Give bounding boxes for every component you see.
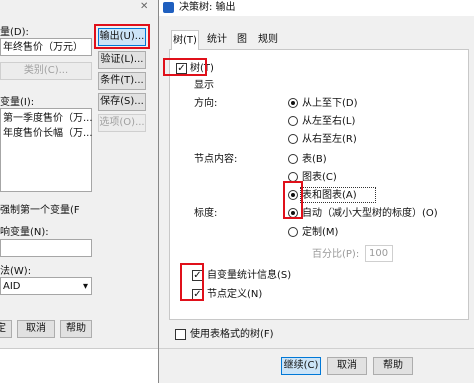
chevron-down-icon: ▾ [82, 281, 88, 292]
category-button[interactable]: 类别(C)... [0, 62, 92, 80]
influence-field[interactable] [0, 239, 92, 257]
tab-statistics[interactable]: 统计 [203, 30, 231, 50]
output-dialog: 决策树: 输出 树(T) 统计 图 规则 ✓ 树(T) 显示 方向: 从上至下(… [158, 0, 474, 383]
direction-label: 方向: [194, 98, 218, 109]
close-icon[interactable]: ✕ [140, 0, 148, 13]
influence-label: 响变量(N): [0, 227, 49, 238]
continue-button[interactable]: 继续(C) [281, 357, 321, 375]
node-content-radio-table[interactable] [288, 154, 298, 164]
list-item[interactable]: 年度售价长幅（万... [3, 127, 93, 140]
save-button[interactable]: 保存(S)... [98, 93, 146, 111]
independent-stats-label[interactable]: 自变量统计信息(S) [207, 269, 291, 282]
percent-input[interactable]: 100 [365, 245, 393, 262]
table-format-label[interactable]: 使用表格式的树(F) [190, 328, 274, 341]
options-button[interactable]: 选项(O)... [98, 114, 146, 132]
direction-option[interactable]: 从左至右(L) [302, 115, 355, 128]
ok-button[interactable]: 定 [0, 320, 12, 338]
scale-option[interactable]: 定制(M) [302, 226, 338, 239]
title-bar: 决策树: 输出 [159, 0, 474, 16]
percent-label: 百分比(P): [312, 249, 360, 260]
node-definitions-label[interactable]: 节点定义(N) [207, 288, 262, 301]
display-label: 显示 [194, 80, 214, 91]
list-item[interactable]: 第一季度售价（万... [3, 112, 93, 125]
cancel-button[interactable]: 取消 [17, 320, 55, 338]
checkbox-highlight [180, 263, 204, 301]
percent-value: 100 [369, 248, 389, 259]
direction-option[interactable]: 从右至左(R) [302, 133, 357, 146]
tree-checkbox-highlight [163, 58, 207, 76]
output-highlight [94, 24, 150, 49]
direction-option[interactable]: 从上至下(D) [302, 97, 358, 110]
app-icon [163, 2, 174, 13]
dialog-title: 决策树: 输出 [179, 2, 236, 13]
criteria-button[interactable]: 条件(T)... [98, 72, 146, 90]
tab-tree[interactable]: 树(T) [171, 30, 199, 51]
direction-radio-right-left[interactable] [288, 134, 298, 144]
radio-highlight [283, 181, 303, 219]
tab-rules[interactable]: 规则 [254, 30, 282, 50]
validation-button[interactable]: 验证(L)... [98, 51, 146, 69]
node-content-option[interactable]: 表(B) [302, 153, 327, 166]
direction-radio-left-right[interactable] [288, 116, 298, 126]
focus-rect [300, 187, 376, 203]
tab-panel: ✓ 树(T) 显示 方向: 从上至下(D) 从左至右(L) 从右至左(R) 节点… [169, 50, 469, 320]
footer-separator [159, 348, 474, 349]
cancel-button[interactable]: 取消 [327, 357, 367, 375]
target-value: 年终售价（万元） [3, 42, 83, 53]
node-content-option[interactable]: 图表(C) [302, 171, 337, 184]
help-button[interactable]: 帮助 [373, 357, 413, 375]
scale-option[interactable]: 自动（减小大型树的标度）(O) [302, 207, 438, 220]
direction-radio-top-down[interactable] [288, 98, 298, 108]
node-content-label: 节点内容: [194, 154, 238, 165]
table-format-checkbox[interactable] [175, 329, 186, 340]
method-select[interactable]: AID ▾ [0, 277, 92, 295]
scale-label: 标度: [194, 208, 218, 219]
background-sheet [0, 348, 158, 383]
help-button[interactable]: 帮助 [60, 320, 92, 338]
scale-radio-custom[interactable] [288, 227, 298, 237]
independent-list[interactable]: 第一季度售价（万... 年度售价长幅（万... [0, 108, 93, 192]
tab-plots[interactable]: 图 [233, 30, 251, 50]
force-first-label[interactable]: 强制第一个变量(F [0, 204, 80, 217]
target-field[interactable]: 年终售价（万元） [0, 38, 92, 56]
method-value: AID [3, 281, 21, 292]
left-dialog: 量(D): 年终售价（万元） 类别(C)... 变量(I): 第一季度售价（万.… [0, 0, 158, 348]
